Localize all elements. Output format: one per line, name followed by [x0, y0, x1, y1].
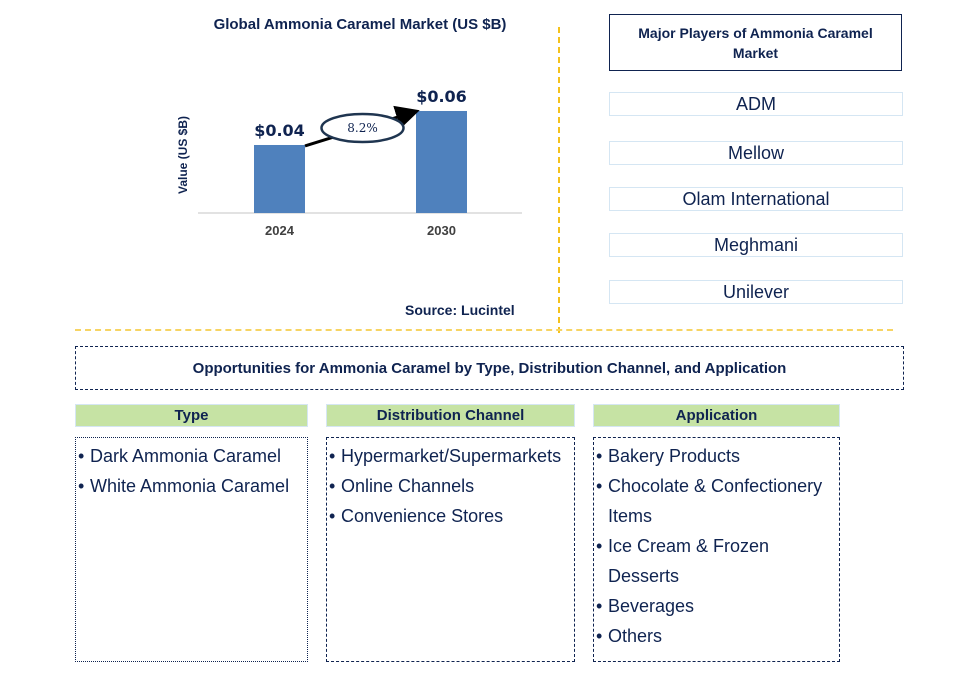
player-item: Mellow [609, 141, 903, 165]
bullet-icon: • [596, 476, 603, 496]
players-title: Major Players of Ammonia Caramel Market [609, 14, 902, 71]
list-item: • Chocolate & Confectionery [596, 471, 839, 501]
list-item-text: Others [608, 626, 663, 646]
category-header-application: Application [593, 404, 840, 427]
data-label-2024: $0.04 [254, 121, 305, 140]
vertical-divider [558, 27, 560, 333]
list-item-text: Online Channels [341, 476, 475, 496]
list-item-text: Chocolate & Confectionery [608, 476, 823, 496]
player-item: Unilever [609, 280, 903, 304]
bullet-icon: • [596, 536, 603, 556]
cagr-label: 8.2% [347, 121, 378, 135]
list-item: • Bakery Products [596, 441, 839, 471]
horizontal-divider [75, 329, 893, 331]
bullet-icon: • [78, 446, 85, 466]
list-item-text: Bakery Products [608, 446, 741, 466]
list-item-text: Beverages [608, 596, 695, 616]
bullet-icon: • [78, 476, 85, 496]
bullet-icon: • [596, 446, 603, 466]
list-item-text: Items [608, 506, 653, 526]
list-item: • Convenience Stores [329, 501, 574, 531]
list-item: • Hypermarket/Supermarkets [329, 441, 574, 471]
category-list-distribution-channel: • Hypermarket/Supermarkets • Online Channel… [326, 437, 575, 662]
list-item-text: White Ammonia Caramel [90, 476, 290, 496]
list-item-continuation: Desserts [596, 561, 839, 591]
x-tick-label-2024: 2024 [265, 223, 295, 238]
player-item: Olam International [609, 187, 903, 211]
category-list-application: • Bakery Products • Chocolate & Confectione… [593, 437, 840, 662]
list-item-continuation: Items [596, 501, 839, 531]
list-item-text: Desserts [608, 566, 680, 586]
list-item-text: Hypermarket/Supermarkets [341, 446, 562, 466]
list-item: • Dark Ammonia Caramel [78, 441, 307, 471]
list-item: • Beverages [596, 591, 839, 621]
bar-chart: $0.04 2024 $0.06 2030 8.2% [198, 87, 522, 238]
bullet-icon: • [596, 626, 603, 646]
list-item: • Online Channels [329, 471, 574, 501]
list-item: • White Ammonia Caramel [78, 471, 307, 501]
category-header-type: Type [75, 404, 308, 427]
bar-2030 [416, 110, 467, 213]
player-item: ADM [609, 92, 903, 116]
list-item-text: Ice Cream & Frozen [608, 536, 770, 556]
bullet-icon: • [596, 596, 603, 616]
bullet-icon: • [329, 476, 336, 496]
category-header-distribution-channel: Distribution Channel [326, 404, 575, 427]
chart-title: Global Ammonia Caramel Market (US $B) [213, 16, 507, 33]
data-label-2030: $0.06 [416, 87, 467, 106]
source-label: Source: Lucintel [405, 302, 515, 318]
list-item: • Others [596, 621, 839, 651]
bullet-icon: • [329, 446, 336, 466]
category-list-type: • Dark Ammonia Caramel • White Ammonia Cara… [75, 437, 308, 662]
x-tick-label-2030: 2030 [427, 223, 456, 238]
list-item-text: Dark Ammonia Caramel [90, 446, 282, 466]
player-item: Meghmani [609, 233, 903, 257]
bar-2024 [254, 144, 305, 213]
list-item-text: Convenience Stores [341, 506, 504, 526]
opportunities-title: Opportunities for Ammonia Caramel by Typ… [75, 346, 904, 390]
bullet-icon: • [329, 506, 336, 526]
list-item: • Ice Cream & Frozen [596, 531, 839, 561]
